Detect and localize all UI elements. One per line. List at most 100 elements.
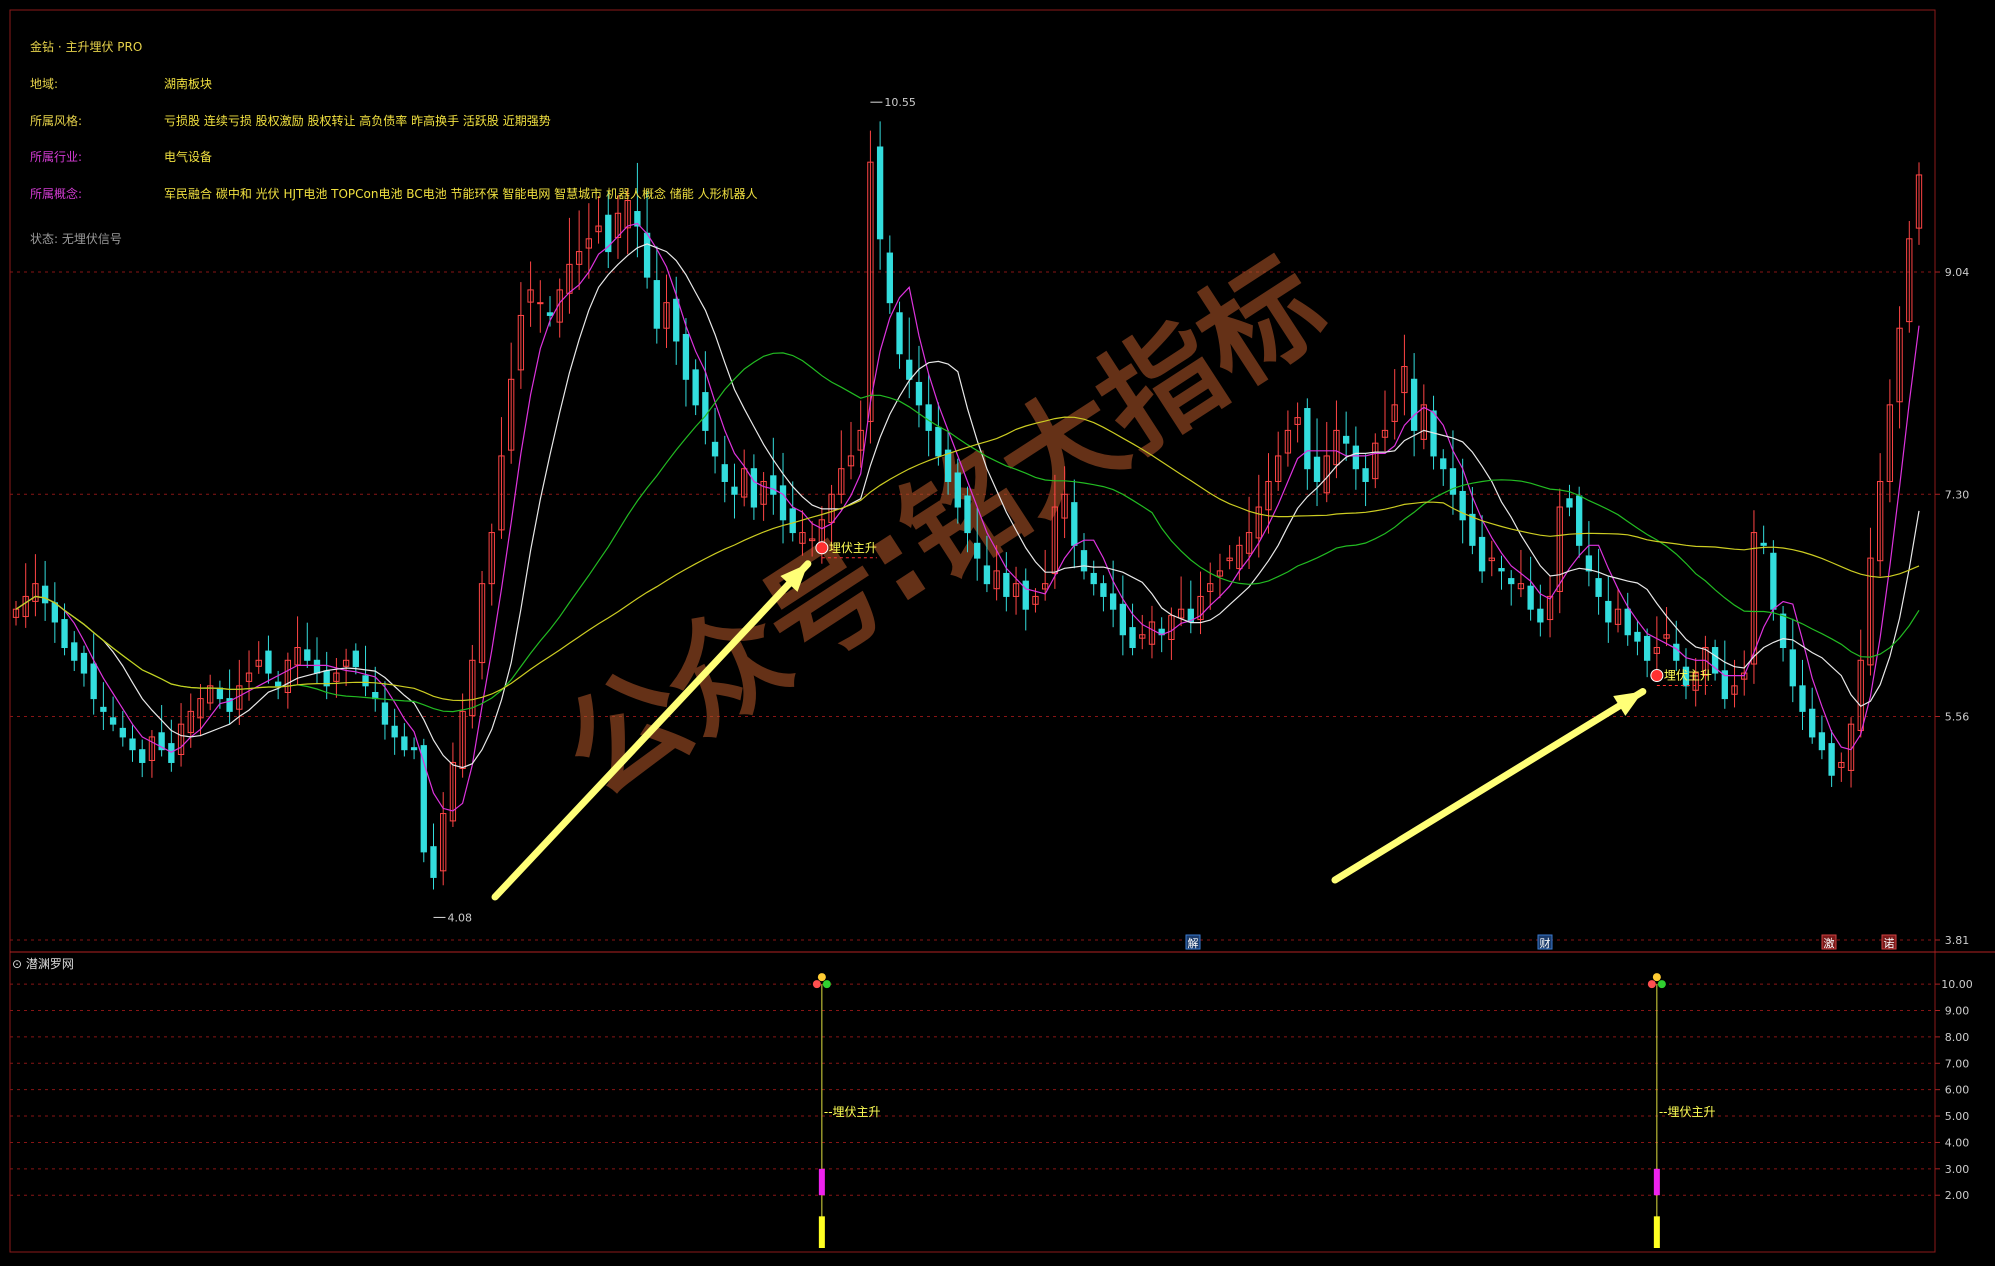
candle-body xyxy=(896,312,903,355)
candle xyxy=(1867,527,1874,676)
candle xyxy=(1605,576,1612,643)
candle xyxy=(789,481,796,542)
candle-body xyxy=(430,846,437,878)
candle xyxy=(1352,426,1360,490)
candle xyxy=(488,523,495,606)
signal-status: 状态: 无埋伏信号 xyxy=(30,232,122,246)
candle xyxy=(741,449,748,507)
sub-y-tick-label: 10.00 xyxy=(1941,978,1973,991)
candle xyxy=(692,359,699,416)
candle xyxy=(71,631,78,672)
candle xyxy=(12,601,20,626)
candle-body xyxy=(692,369,699,406)
candle-body xyxy=(974,542,981,559)
candle-body xyxy=(1818,732,1826,751)
candle xyxy=(1323,421,1330,503)
candle xyxy=(1275,431,1282,491)
candle xyxy=(1478,515,1486,583)
signal-label: 埋伏主升 xyxy=(829,541,877,555)
candle xyxy=(1313,418,1321,507)
candle-body xyxy=(313,659,321,674)
candle xyxy=(886,235,893,314)
candle xyxy=(1022,568,1029,631)
concept-value: 军民融合 碳中和 光伏 HJT电池 TOPCon电池 BC电池 节能环保 智能电… xyxy=(164,187,758,201)
candle xyxy=(1440,449,1447,486)
concept-label: 所属概念: xyxy=(30,187,83,201)
candle xyxy=(1711,639,1719,681)
candle-body xyxy=(1119,603,1127,636)
candle-body xyxy=(1459,490,1466,521)
candle xyxy=(51,582,58,643)
flower-icon xyxy=(1647,980,1656,989)
candle xyxy=(245,650,253,701)
main-grid xyxy=(10,271,1935,941)
candle-body xyxy=(915,381,923,406)
candle xyxy=(925,374,932,457)
candle xyxy=(1420,384,1427,450)
signal-label: 埋伏主升 xyxy=(1664,669,1712,683)
candle xyxy=(876,121,884,270)
candle xyxy=(838,430,845,504)
candle xyxy=(1818,715,1826,760)
candle xyxy=(1643,628,1651,678)
candle xyxy=(896,301,903,369)
candle xyxy=(1226,545,1233,570)
candle xyxy=(1449,430,1457,515)
region-value: 湖南板块 xyxy=(164,77,213,91)
candle-body xyxy=(1109,593,1117,610)
high-label: 10.55 xyxy=(884,96,916,109)
style-value: 亏损股 连续亏损 股权激励 股权转让 高负债率 昨高换手 活跃股 近期强势 xyxy=(164,114,551,128)
candle xyxy=(1838,752,1845,782)
candle xyxy=(1546,575,1554,638)
candle xyxy=(469,644,476,729)
sub-signal-label: --埋伏主升 xyxy=(1659,1105,1716,1119)
candle-body xyxy=(906,359,913,380)
signal-dot xyxy=(1650,669,1664,683)
flower-icon xyxy=(822,980,831,989)
candle xyxy=(1508,570,1515,606)
candle-body xyxy=(1809,708,1816,738)
candle xyxy=(508,342,515,464)
candle xyxy=(1799,659,1806,730)
candle-body xyxy=(1440,458,1447,470)
candle xyxy=(867,130,874,444)
candle-body xyxy=(41,585,49,604)
event-marker-label: 解 xyxy=(1188,936,1199,950)
candle xyxy=(32,554,39,617)
annotations: 10.554.08埋伏主升埋伏主升解财激诺 xyxy=(433,96,1897,950)
candle-body xyxy=(61,619,68,649)
industry-value: 电气设备 xyxy=(164,150,213,164)
candle xyxy=(1566,484,1573,517)
candle xyxy=(478,571,486,680)
candle-body xyxy=(401,736,408,751)
candle xyxy=(1197,571,1204,635)
candle-body xyxy=(381,702,389,725)
candle xyxy=(1828,729,1835,787)
candle xyxy=(90,633,97,715)
candle xyxy=(362,645,369,697)
pointer-arrow xyxy=(1331,688,1647,884)
candle xyxy=(372,666,379,712)
candle xyxy=(566,217,573,314)
candle xyxy=(605,191,612,269)
event-marker-label: 财 xyxy=(1540,936,1551,950)
candle-body xyxy=(1003,572,1010,597)
candle-body xyxy=(139,749,146,763)
candle xyxy=(1343,411,1350,461)
candle xyxy=(731,463,738,519)
candle xyxy=(265,635,272,684)
candle-body xyxy=(702,392,709,431)
candle-body xyxy=(1129,627,1136,649)
event-marker-label: 激 xyxy=(1824,936,1835,950)
candle xyxy=(449,742,457,827)
candle xyxy=(1216,553,1224,599)
watermark-text: 公众号:铭大指标 xyxy=(540,232,1347,823)
candle-body xyxy=(1449,468,1457,495)
indicator-panel-title[interactable]: ⊙ 潜渊罗网 xyxy=(12,955,74,972)
candle xyxy=(556,278,563,338)
candle-body xyxy=(682,333,690,380)
candle-body xyxy=(80,652,88,674)
candle xyxy=(702,351,709,445)
candle-body xyxy=(1478,536,1486,572)
panel-toggle-icon[interactable]: ⊙ xyxy=(12,957,22,971)
